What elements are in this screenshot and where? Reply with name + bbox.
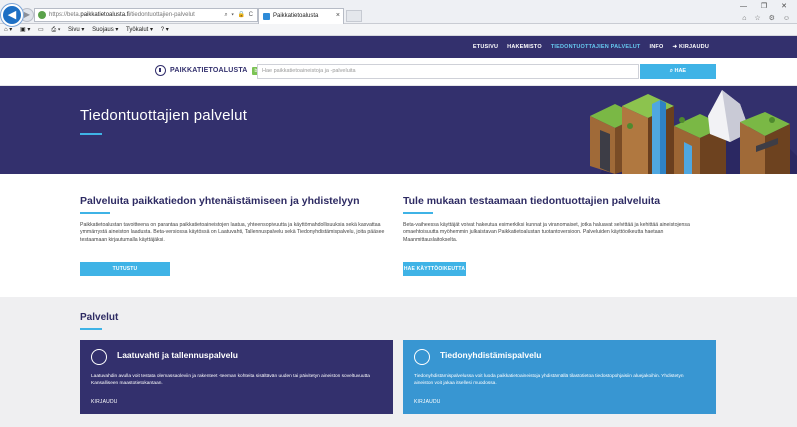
cmd-help[interactable]: ? ▾ <box>161 27 169 33</box>
command-bar: ⌂ ▾ ▣ ▾ ▭ ⎙ ▾ Sivu ▾ Suojaus ▾ Työkalut … <box>0 24 797 36</box>
cmd-safety[interactable]: Suojaus ▾ <box>92 27 118 33</box>
new-tab-button[interactable] <box>346 10 362 22</box>
search-input[interactable]: Hae paikkatietoaineistoja ja -palveluita <box>257 64 639 79</box>
url-domain: paikkatietoalusta.fi <box>80 12 130 18</box>
intro-right-title: Tule mukaan testaamaan tiedontuottajien … <box>403 195 661 207</box>
service-card-tiedonyhdistamis[interactable]: Tiedonyhdistämispalvelu Tiedonyhdistämis… <box>403 340 716 414</box>
services-section: Palvelut Laatuvahti ja tallennuspalvelu … <box>0 297 797 427</box>
address-tools[interactable]: ⌕ ▾ 🔒 C <box>224 9 254 21</box>
page-title: Tiedontuottajien palvelut <box>80 107 248 124</box>
intro-left-underline <box>80 212 110 214</box>
intro-right-text: Beta-vaiheessa käyttäjät voivat hakeutua… <box>403 222 690 243</box>
nav-etusivu[interactable]: ETUSIVU <box>473 44 498 50</box>
intro-left-title: Palveluita paikkatiedon yhtenäistämiseen… <box>80 195 360 207</box>
map-pin-icon <box>155 65 166 76</box>
service-card-laatuvahti[interactable]: Laatuvahti ja tallennuspalvelu Laatuvahd… <box>80 340 393 414</box>
cmd-print[interactable]: ⎙ ▾ <box>51 27 60 33</box>
favicon-icon <box>263 13 270 20</box>
nav-tiedontuottajien-palvelut[interactable]: TIEDONTUOTTAJIEN PALVELUT <box>551 44 641 50</box>
service-card-text: Laatuvahdin avulla voit testata olemassa… <box>91 374 370 386</box>
intro-left-text: Paikkatietoalustan tavoitteena on parant… <box>80 222 385 243</box>
boat-wave-icon <box>91 349 107 365</box>
url-prefix: https://beta. <box>49 12 81 18</box>
explore-platform-button[interactable]: TUTUSTU PAIKKATIETOALUSTAAN <box>80 262 170 286</box>
service-card-title: Laatuvahti ja tallennuspalvelu <box>117 350 238 360</box>
apply-access-button[interactable]: HAE KÄYTTÖOIKEUTTA <box>403 262 466 276</box>
address-bar[interactable]: https://beta.paikkatietoalusta.fi/tiedon… <box>34 8 258 22</box>
service-card-title: Tiedonyhdistämispalvelu <box>440 350 542 360</box>
cmd-home[interactable]: ⌂ ▾ <box>4 27 12 33</box>
intro-right-underline <box>403 212 433 214</box>
cmd-tools[interactable]: Työkalut ▾ <box>126 27 153 33</box>
nav-info[interactable]: INFO <box>649 44 663 50</box>
title-underline <box>80 133 102 135</box>
window-controls[interactable]: — ❐ ✕ <box>740 2 793 10</box>
hero-banner: Tiedontuottajien palvelut <box>0 86 797 174</box>
cmd-page[interactable]: Sivu ▾ <box>68 27 84 33</box>
search-button[interactable]: ⌕ HAE <box>640 64 716 79</box>
nav-kirjaudu[interactable]: ➜ KIRJAUDU <box>672 44 709 50</box>
top-navigation: ETUSIVU HAKEMISTO TIEDONTUOTTAJIEN PALVE… <box>0 36 797 58</box>
service-card-login-link[interactable]: KIRJAUDU <box>414 399 441 405</box>
isometric-landscape-illustration <box>590 90 797 174</box>
search-header: PAIKKATIETOALUSTA beta Hae paikkatietoai… <box>0 58 797 86</box>
services-underline <box>80 328 102 330</box>
service-card-login-link[interactable]: KIRJAUDU <box>91 399 118 405</box>
cmd-feeds[interactable]: ▣ ▾ <box>20 27 30 33</box>
back-arrow-icon[interactable]: ◀ <box>1 4 23 26</box>
service-card-text: Tiedonyhdistämispalvelussa voit luoda pa… <box>414 374 684 386</box>
browser-tab[interactable]: Paikkatietoalusta × <box>258 8 344 24</box>
logo-text: PAIKKATIETOALUSTA <box>170 67 248 74</box>
url-path: /tiedontuottajien-palvelut <box>129 12 195 18</box>
browser-toolbar: ◀ ▶ https://beta.paikkatietoalusta.fi/ti… <box>0 0 797 26</box>
cmd-mail[interactable]: ▭ <box>38 27 44 33</box>
tab-close-icon[interactable]: × <box>336 9 340 23</box>
services-title: Palvelut <box>80 312 119 323</box>
tab-title: Paikkatietoalusta <box>273 13 319 19</box>
nav-hakemisto[interactable]: HAKEMISTO <box>507 44 542 50</box>
browser-icons[interactable]: ⌂ ☆ ⚙ ☺ <box>742 14 793 22</box>
lock-icon <box>38 11 46 19</box>
site-logo[interactable]: PAIKKATIETOALUSTA beta <box>155 65 268 76</box>
globe-data-icon <box>414 349 430 365</box>
